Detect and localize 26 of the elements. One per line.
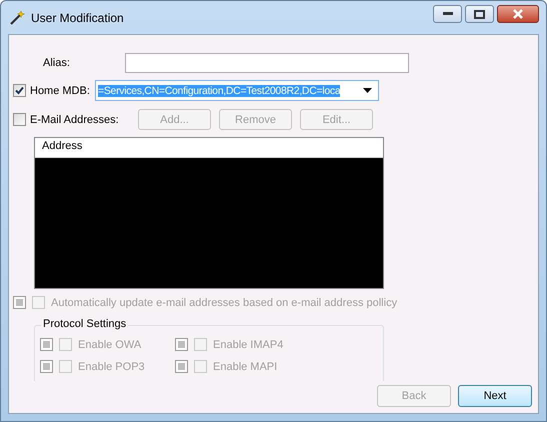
window-title: User Modification [31,10,125,24]
checkbox-label: Enable IMAP4 [213,338,284,350]
minimize-button[interactable] [433,5,462,23]
email-addresses-label: E-Mail Addresses: [30,114,120,126]
close-icon [512,9,524,19]
checkbox[interactable] [13,84,26,97]
checkbox-label: Enable MAPI [213,360,278,372]
close-button[interactable] [497,5,539,23]
magic-wand-icon [9,10,25,26]
wizard-button[interactable]: Next [458,385,532,407]
address-list[interactable]: Address [34,137,384,289]
home-mdb-label: Home MDB: [30,84,91,96]
alias-label: Alias: [42,57,71,69]
checkbox-label: Automatically update e-mail addresses based on e-mail address pollicy [51,296,398,308]
dropdown-value: =Services,CN=Configuration,DC=Test2008R2,DC=loca [98,84,340,96]
checkbox-label: Enable OWA [78,338,142,350]
dropdown-arrow-icon [362,88,372,93]
home-mdb-dropdown[interactable]: =Services,CN=Configuration,DC=Test2008R2,DC=loca [95,80,379,101]
checkbox-label: Enable POP3 [78,360,145,372]
minimize-icon [442,12,452,16]
maximize-icon [474,10,485,18]
checkbox[interactable] [13,113,26,126]
maximize-button[interactable] [465,5,494,23]
group-title: Protocol Settings [41,318,128,330]
alias-field[interactable] [125,53,409,73]
column-header[interactable]: Address [35,138,383,158]
